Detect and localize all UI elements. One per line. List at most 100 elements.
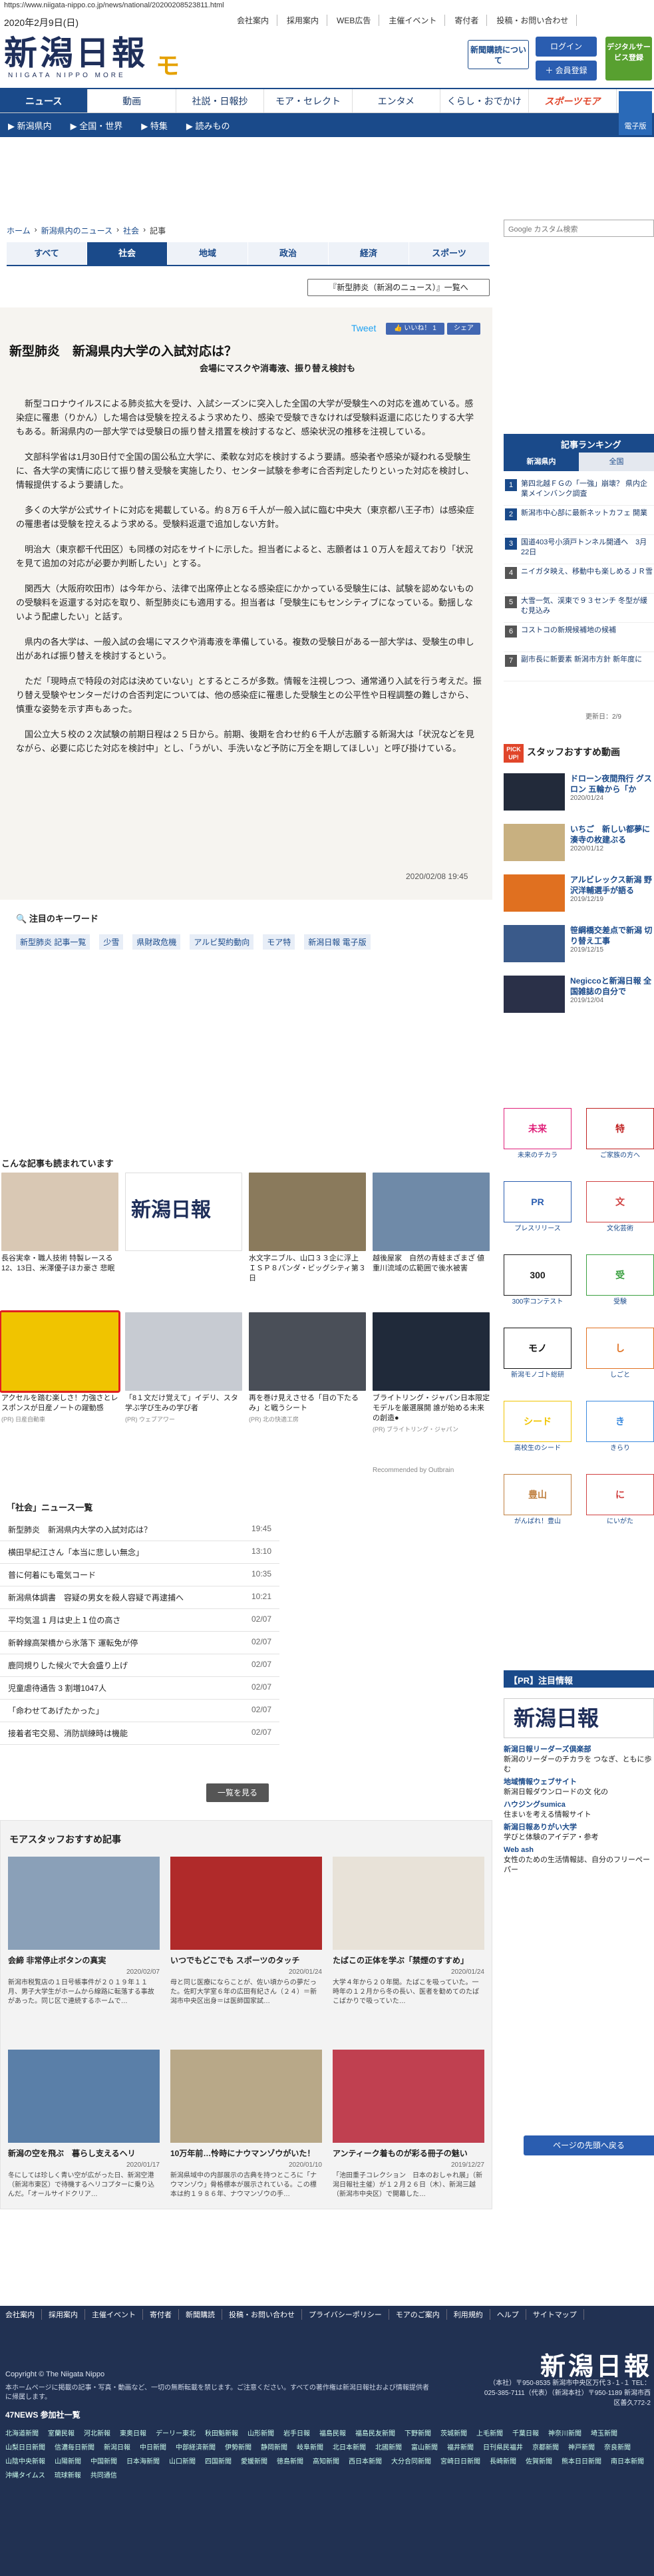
pr-item-title[interactable]: ハウジングsumica xyxy=(504,1800,654,1810)
staff-pick-title[interactable]: 10万年前…怜時にナウマンゾウがいた！ xyxy=(170,2148,322,2159)
sidebar-banner[interactable]: ししごと xyxy=(586,1328,654,1389)
banner-label[interactable]: しごと xyxy=(586,1369,654,1379)
banner-label[interactable]: 高校生のシード xyxy=(504,1442,572,1452)
news47-member-link[interactable]: 岐阜新聞 xyxy=(297,2442,323,2452)
pr-item[interactable]: ハウジングsumica 住まいを考える情報サイト xyxy=(504,1800,654,1820)
staff-pick-image[interactable] xyxy=(333,1857,484,1950)
news47-member-link[interactable]: 山梨日日新聞 xyxy=(5,2442,45,2452)
staff-pick-image[interactable] xyxy=(8,2050,160,2143)
pickup-item[interactable]: いちご 新しい都夢に 湊寺の枚建ぶる 2020/01/12 xyxy=(504,824,654,874)
keyword-item[interactable]: 新潟日報 電子版 xyxy=(304,934,371,950)
news-row-title[interactable]: 横田早紀江さん「本当に悲しい無念」 xyxy=(8,1547,144,1558)
nav-editorial[interactable]: 社説・日報抄 xyxy=(176,89,265,112)
tweet-button[interactable]: Tweet xyxy=(351,323,376,333)
recommend-card[interactable]: 長谷実幸・職人技術 特製レースる 12、13日、米澤優子ほカ豪さ 悲眠 xyxy=(1,1173,118,1306)
subscribe-button[interactable]: 新聞購読について xyxy=(468,40,529,69)
sidebar-banner[interactable]: 未来 未来のチカラ xyxy=(504,1108,572,1169)
news47-member-link[interactable]: 信濃毎日新聞 xyxy=(55,2442,94,2452)
pickup-item[interactable]: アルビレックス新潟 野沢洋輔選手が語る 2019/12/19 xyxy=(504,874,654,925)
sidebar-banner[interactable]: 受受験 xyxy=(586,1254,654,1316)
news47-member-link[interactable]: 山陽新聞 xyxy=(55,2456,81,2466)
footer-link[interactable]: 寄付者 xyxy=(150,2309,179,2320)
top-link-events[interactable]: 主催イベント xyxy=(389,15,446,26)
sidebar-banner[interactable]: 特ご家族の方へ xyxy=(586,1108,654,1169)
pr-item[interactable]: 新潟日報リーダーズ倶楽部 新潟のリーダーのチカラを つなぎ、ともに歩む xyxy=(504,1745,654,1775)
news47-member-link[interactable]: 伊勢新聞 xyxy=(225,2442,251,2452)
site-logo[interactable]: 新潟日報 NIIGATA NIPPO MORE モア xyxy=(4,35,197,115)
news-row-title[interactable]: 「命わせてあげたかった」 xyxy=(8,1705,104,1716)
keyword-item[interactable]: 新型肺炎 記事一覧 xyxy=(16,934,90,950)
keyword-item[interactable]: 少雪 xyxy=(99,934,124,950)
news47-member-link[interactable]: 新潟日報 xyxy=(104,2442,130,2452)
recommend-thumbnail[interactable] xyxy=(249,1173,366,1251)
subnav-niigata[interactable]: ▶ 新潟県内 xyxy=(8,119,52,132)
sidebar-banner[interactable]: シード 高校生のシード xyxy=(504,1401,572,1462)
pr-item-title[interactable]: Web ash xyxy=(504,1845,654,1855)
footer-link[interactable]: 会社案内 xyxy=(5,2309,42,2320)
staff-pick-title[interactable]: たばこの正体を学ぶ「禁煙のすすめ」 xyxy=(333,1955,484,1966)
facebook-share-button[interactable]: シェア xyxy=(447,323,480,335)
login-button[interactable]: ログイン xyxy=(536,37,597,57)
nav-entertainment[interactable]: エンタメ xyxy=(353,89,441,112)
recommend-thumbnail[interactable] xyxy=(373,1173,490,1251)
pr-item[interactable]: 地域情報ウェブサイト 新潟日報ダウンロードの文 化の xyxy=(504,1777,654,1797)
news47-member-link[interactable]: 福井新聞 xyxy=(447,2442,474,2452)
news47-member-link[interactable]: 日刊県民福井 xyxy=(483,2442,523,2452)
staff-pick-card[interactable]: いつでもどこでも スポーツのタッチ 2020/01/24 母と同じ医療にならことが、… xyxy=(170,1857,322,2035)
breadcrumb-niigata[interactable]: 新潟県内のニュース xyxy=(41,225,112,236)
news47-member-link[interactable]: 奈良新聞 xyxy=(604,2442,631,2452)
sidebar-banner[interactable]: PR プレスリリース xyxy=(504,1181,572,1242)
pr-item-title[interactable]: 新潟日報ありがい大学 xyxy=(504,1823,654,1833)
recommend-thumbnail[interactable] xyxy=(373,1312,490,1391)
top-link-web-ad[interactable]: WEB広告 xyxy=(337,15,380,26)
tab-economy[interactable]: 経済 xyxy=(329,242,409,265)
recommend-thumbnail[interactable] xyxy=(1,1173,118,1251)
news47-member-link[interactable]: 中国新聞 xyxy=(90,2456,117,2466)
news-row-title[interactable]: 新型肺炎 新潟県内大学の入試対応は？ xyxy=(8,1524,152,1535)
pickup-video-thumbnail[interactable] xyxy=(504,976,565,1013)
news47-member-link[interactable]: 大分合同新聞 xyxy=(391,2456,431,2466)
breadcrumb-home[interactable]: ホーム xyxy=(7,225,31,236)
pickup-video-thumbnail[interactable] xyxy=(504,925,565,962)
sidebar-banner[interactable]: モノ 新潟モノゴト総研 xyxy=(504,1328,572,1389)
pr-logo[interactable]: 新潟日報 xyxy=(504,1698,654,1738)
pickup-item[interactable]: Negiccoと新潟日報 全国雑誌の自分で 2019/12/04 xyxy=(504,976,654,1026)
sidebar-banner[interactable]: 文文化芸術 xyxy=(586,1181,654,1242)
staff-pick-image[interactable] xyxy=(333,2050,484,2143)
banner-label[interactable]: ご家族の方へ xyxy=(586,1149,654,1159)
footer-link[interactable]: 投稿・お問い合わせ xyxy=(229,2309,302,2320)
staff-pick-image[interactable] xyxy=(170,1857,322,1950)
news47-member-link[interactable]: 福島民報 xyxy=(319,2428,346,2438)
e-paper-button[interactable]: 電子版 xyxy=(619,91,652,135)
news47-member-link[interactable]: 日本海新聞 xyxy=(126,2456,160,2466)
pickup-title[interactable]: ドローン夜間飛行 グスロン 五輪から「か xyxy=(570,773,654,795)
recommend-thumbnail[interactable] xyxy=(0,1310,120,1393)
staff-pick-image[interactable] xyxy=(170,2050,322,2143)
news47-member-link[interactable]: 埼玉新聞 xyxy=(591,2428,617,2438)
see-more-button[interactable]: 一覧を見る xyxy=(206,1783,269,1802)
top-link-contact[interactable]: 投稿・お問い合わせ xyxy=(496,15,577,26)
pickup-title[interactable]: いちご 新しい都夢に 湊寺の枚建ぶる xyxy=(570,824,654,845)
topic-list-button[interactable]: 『新型肺炎（新潟のニュース）』一覧へ xyxy=(307,279,490,296)
news-row-title[interactable]: 平均気温 1 月は史上１位の高さ xyxy=(8,1614,120,1626)
ranking-item[interactable]: 3 国道403号小須戸トンネル開通へ 3月22日 xyxy=(504,535,654,564)
staff-pick-title[interactable]: アンティーク着ものが彩る冊子の魅い xyxy=(333,2148,484,2159)
ranking-title[interactable]: 副市長に新要素 新潟市方針 新年度に xyxy=(521,655,642,678)
top-link-company[interactable]: 会社案内 xyxy=(237,15,278,26)
nav-more-select[interactable]: モア・セレクト xyxy=(264,89,353,112)
subnav-national[interactable]: ▶ 全国・世界 xyxy=(71,119,123,132)
news-row[interactable]: 普に何着にも電気コード 10:35 xyxy=(0,1564,279,1586)
page-top-button[interactable]: ページの先頭へ戻る xyxy=(524,2135,654,2155)
news47-member-link[interactable]: 福島民友新聞 xyxy=(355,2428,395,2438)
ranking-title[interactable]: ニイガタ映え、移動中も楽しめるＪＲ雪 xyxy=(521,567,653,590)
news-row-title[interactable]: 接着者宅交易、消防訓練時は機能 xyxy=(8,1728,128,1739)
news47-member-link[interactable]: 中部経済新聞 xyxy=(176,2442,216,2452)
banner-label[interactable]: 新潟モノゴト総研 xyxy=(504,1369,572,1379)
news47-member-link[interactable]: 西日本新聞 xyxy=(349,2456,382,2466)
footer-link[interactable]: 採用案内 xyxy=(49,2309,85,2320)
recommend-card[interactable]: アクセルを踏む楽しさ！力強さとレスポンスが日産ノートの躍動感 (PR) 日産自動車 xyxy=(0,1310,120,1445)
footer-link[interactable]: プライバシーポリシー xyxy=(309,2309,389,2320)
staff-pick-title[interactable]: いつでもどこでも スポーツのタッチ xyxy=(170,1955,322,1966)
news47-title[interactable]: 47NEWS 参加社一覧 xyxy=(5,2409,81,2420)
ranking-item[interactable]: 5 大雪一気、渓東で９３センチ 冬型が緩む見込み xyxy=(504,594,654,623)
